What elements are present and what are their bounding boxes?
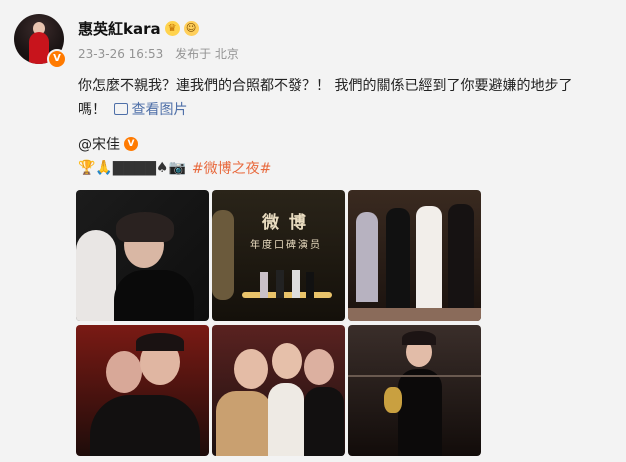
verified-badge-icon: V xyxy=(47,49,67,69)
emoji-line: 🏆🙏▇▇▇▇♠📷 #微博之夜# xyxy=(78,158,271,178)
image-tile-2[interactable]: 微 博 年度口碑演员 xyxy=(212,190,345,321)
post-text-line2: 嗎！ xyxy=(78,102,106,118)
view-images-link[interactable]: 查看图片 xyxy=(114,102,187,118)
post-meta: 23-3-26 16:53 发布于 北京 xyxy=(78,45,247,62)
post-timestamp[interactable]: 23-3-26 16:53 xyxy=(78,47,163,61)
mention-line: @宋佳 V xyxy=(78,134,138,154)
avatar-figure xyxy=(29,32,49,64)
tile-stage-title: 微 博 xyxy=(262,213,308,233)
username-text[interactable]: 惠英紅kara xyxy=(78,18,161,39)
image-tile-5[interactable] xyxy=(212,325,345,456)
image-tile-6[interactable] xyxy=(348,325,481,456)
post-author[interactable]: 惠英紅kara ♛ ☺ xyxy=(78,18,199,39)
image-tile-3[interactable] xyxy=(348,190,481,321)
post-text-line2-row: 嗎！ 查看图片 xyxy=(78,98,608,122)
view-images-label: 查看图片 xyxy=(131,102,188,118)
tile-stage-subtitle: 年度口碑演员 xyxy=(250,240,322,251)
crown-badge-icon[interactable]: ♛ xyxy=(164,21,180,36)
post-text-line1: 你怎麼不親我？連我們的合照都不發？！ 我們的關係已經到了你要避嫌的地步了 xyxy=(78,78,573,94)
mention-link[interactable]: @宋佳 xyxy=(78,134,120,154)
post-content: 你怎麼不親我？連我們的合照都不發？！ 我們的關係已經到了你要避嫌的地步了 嗎！ … xyxy=(78,74,608,122)
emoji-text: 🏆🙏▇▇▇▇♠📷 xyxy=(78,160,186,176)
image-tile-1[interactable] xyxy=(76,190,209,321)
post-location: 发布于 北京 xyxy=(175,47,239,61)
hashtag-link[interactable]: #微博之夜# xyxy=(192,158,271,178)
image-icon xyxy=(114,103,129,115)
emoji-badge-icon[interactable]: ☺ xyxy=(183,21,199,36)
mention-verified-icon: V xyxy=(124,137,138,151)
image-tile-4[interactable] xyxy=(76,325,209,456)
